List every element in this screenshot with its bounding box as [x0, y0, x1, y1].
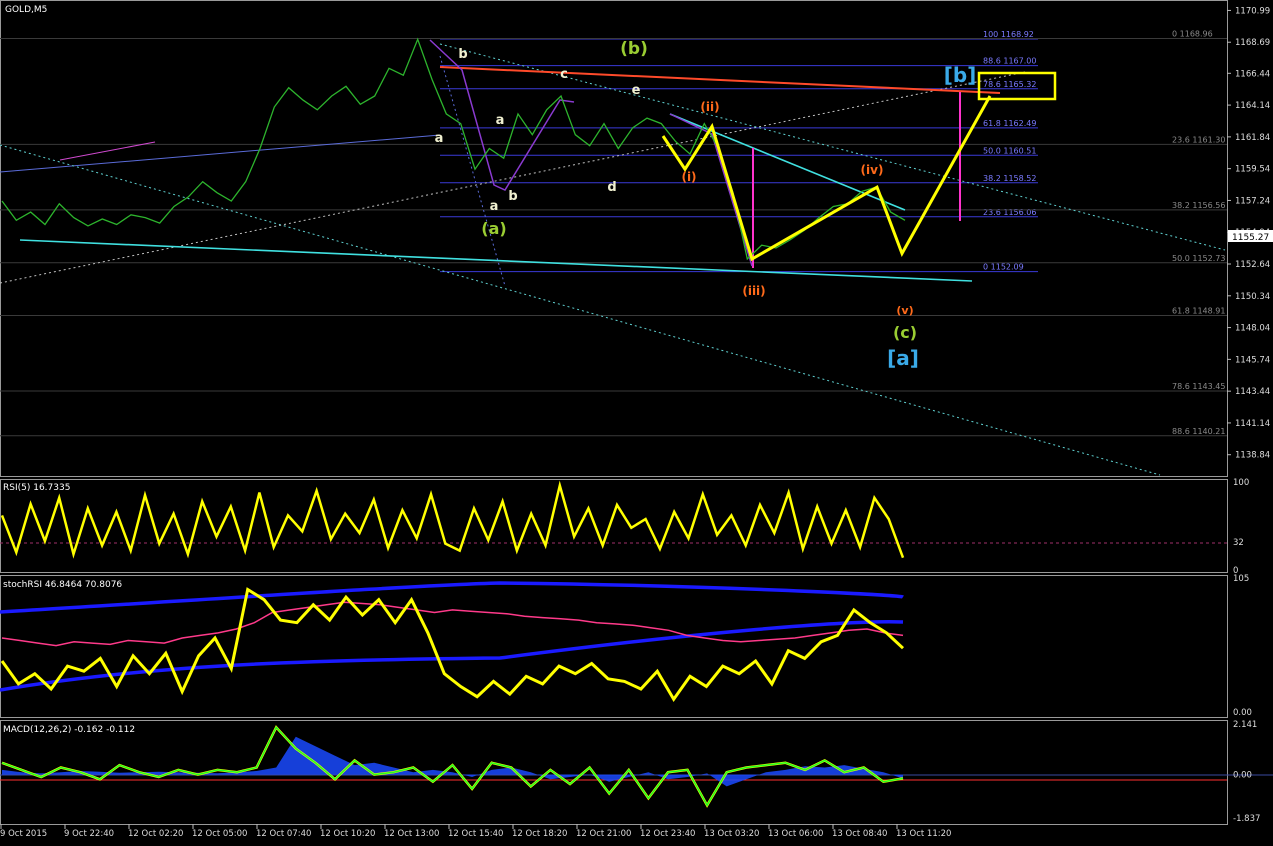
wave-label: (c): [893, 323, 917, 342]
time-tick-label: 9 Oct 2015: [0, 829, 47, 839]
fib-level-label: 88.6 1140.21: [1172, 427, 1225, 436]
price-tick-label: 1164.14: [1235, 101, 1270, 111]
fib-level-label: 23.6 1156.06: [983, 208, 1036, 217]
price-tick-label: 1157.24: [1235, 196, 1270, 206]
fib-level-label: 100 1168.92: [983, 30, 1034, 39]
wave-label: a: [435, 131, 444, 146]
price-tick-label: 1150.34: [1235, 292, 1270, 302]
fib-level-label: 38.2 1158.52: [983, 174, 1036, 183]
time-tick-label: 12 Oct 10:20: [320, 829, 375, 839]
time-tick-label: 12 Oct 18:20: [512, 829, 567, 839]
wave-label: [a]: [887, 346, 919, 370]
rsi-title: RSI(5) 16.7335: [3, 483, 70, 493]
wave-label: d: [607, 180, 616, 195]
time-tick-label: 12 Oct 23:40: [640, 829, 695, 839]
price-tick-label: 1152.64: [1235, 260, 1270, 270]
price-tick-label: 1141.14: [1235, 419, 1270, 429]
time-tick-label: 13 Oct 06:00: [768, 829, 823, 839]
price-tick-label: 1148.04: [1235, 324, 1270, 334]
price-tick-label: 1161.84: [1235, 133, 1270, 143]
wave-label: b: [458, 47, 467, 62]
stochrsi-tick-label: 0.00: [1233, 708, 1252, 718]
price-tick-label: 1170.99: [1235, 6, 1270, 16]
current-price-label: 1155.27: [1232, 233, 1269, 243]
time-tick-label: 9 Oct 22:40: [64, 829, 114, 839]
price-tick-label: 1138.84: [1235, 451, 1270, 461]
price-tick-label: 1168.69: [1235, 38, 1270, 48]
fib-level-label: 38.2 1156.56: [1172, 201, 1225, 210]
wave-label: e: [632, 83, 641, 98]
wave-label: (a): [481, 219, 506, 238]
time-tick-label: 12 Oct 05:00: [192, 829, 247, 839]
wave-label: (v): [896, 304, 913, 317]
wave-label: (b): [620, 39, 648, 59]
macd-tick-label: -1.837: [1233, 814, 1260, 824]
wave-label: a: [490, 199, 499, 214]
time-tick-label: 12 Oct 13:00: [384, 829, 439, 839]
fib-level-label: 0 1168.96: [1172, 29, 1213, 38]
wave-label: [b]: [944, 63, 977, 87]
chart-window: 100 1168.92 88.6 1167.00 78.6 1165.32 61.8 …: [0, 0, 1273, 846]
stochrsi-tick-label: 105: [1233, 574, 1249, 584]
fib-level-label: 50.0 1152.73: [1172, 254, 1225, 263]
fib-level-label: 0 1152.09: [983, 263, 1024, 272]
price-tick-label: 1145.74: [1235, 355, 1270, 365]
macd-title: MACD(12,26,2) -0.162 -0.112: [3, 725, 135, 735]
time-tick-label: 12 Oct 07:40: [256, 829, 311, 839]
time-tick-label: 12 Oct 02:20: [128, 829, 183, 839]
rsi-tick-label: 32: [1233, 538, 1244, 548]
wave-label: a: [496, 113, 505, 128]
time-tick-label: 13 Oct 11:20: [896, 829, 951, 839]
macd-tick-label: 0.00: [1233, 771, 1252, 781]
wave-label: (i): [681, 170, 696, 184]
wave-label: c: [560, 67, 568, 82]
fib-level-label: 78.6 1165.32: [983, 80, 1036, 89]
time-tick-label: 13 Oct 03:20: [704, 829, 759, 839]
stochrsi-title: stochRSI 46.8464 70.8076: [3, 580, 122, 590]
fib-level-label: 78.6 1143.45: [1172, 382, 1225, 391]
fib-level-label: 23.6 1161.30: [1172, 135, 1225, 144]
fib-level-label: 50.0 1160.51: [983, 146, 1036, 155]
wave-label: (iv): [861, 163, 884, 177]
price-tick-label: 1143.44: [1235, 387, 1270, 397]
wave-label: b: [508, 189, 517, 204]
fib-level-label: 88.6 1167.00: [983, 57, 1036, 66]
fib-level-label: 61.8 1162.49: [983, 119, 1036, 128]
time-tick-label: 13 Oct 08:40: [832, 829, 887, 839]
price-tick-label: 1166.44: [1235, 69, 1270, 79]
rsi-tick-label: 100: [1233, 478, 1249, 488]
time-tick-label: 12 Oct 15:40: [448, 829, 503, 839]
price-tick-label: 1159.54: [1235, 165, 1270, 175]
wave-label: (ii): [700, 100, 719, 114]
macd-tick-label: 2.141: [1233, 720, 1257, 730]
wave-label: (iii): [742, 284, 765, 298]
time-tick-label: 12 Oct 21:00: [576, 829, 631, 839]
symbol-label: GOLD,M5: [5, 5, 47, 15]
fib-level-label: 61.8 1148.91: [1172, 307, 1225, 316]
